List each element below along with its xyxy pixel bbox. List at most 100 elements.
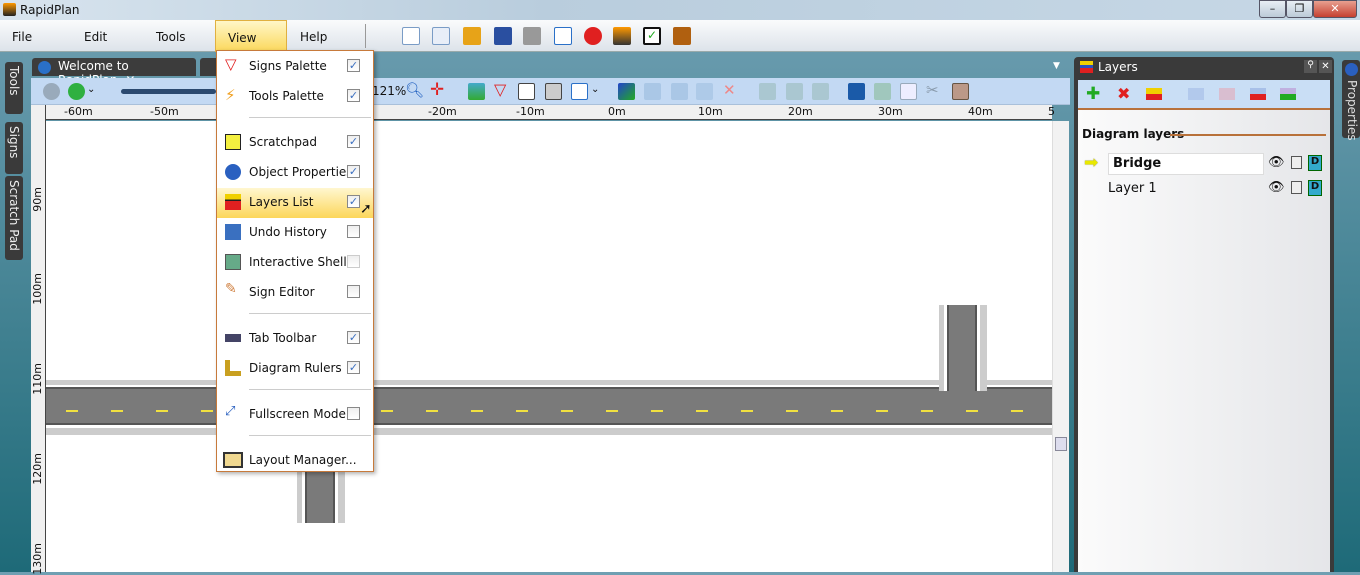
menu-item-interactive-shell[interactable]: Interactive Shell [217, 248, 373, 276]
pencil-icon: ✎ [225, 281, 237, 297]
ruler-label: -50m [150, 105, 179, 118]
tab-welcome[interactable]: Welcome to RapidPlan ✕ [32, 58, 196, 87]
menu-item-fullscreen-mode[interactable]: ⤢ Fullscreen Mode [217, 400, 373, 428]
lock-icon[interactable] [1291, 181, 1302, 194]
menu-item-scratchpad[interactable]: Scratchpad ✓ [217, 128, 373, 156]
scroll-thumb[interactable] [1055, 437, 1067, 451]
menu-item-label: Signs Palette [249, 59, 327, 73]
menu-edit[interactable]: Edit [72, 20, 119, 52]
list-icon[interactable] [518, 83, 535, 100]
menu-item-tools-palette[interactable]: ⚡ Tools Palette ✓ [217, 82, 373, 110]
checkbox-checked[interactable]: ✓ [347, 59, 360, 72]
select-objects-icon[interactable] [618, 83, 635, 100]
redo-icon [874, 83, 891, 100]
checkbox-checked[interactable]: ✓ [347, 361, 360, 374]
add-layer-icon[interactable]: ✚ [1086, 84, 1100, 104]
layer-name-input[interactable]: Bridge [1108, 153, 1264, 175]
ruler-label: 20m [788, 105, 813, 118]
export-icon[interactable] [554, 27, 572, 45]
scratch-pad-dock-tab[interactable]: Scratch Pad [5, 176, 23, 260]
rotate-icon [696, 83, 713, 100]
pin-icon[interactable]: ⚲ [1304, 60, 1317, 73]
view-menu-dropdown: ▽ Signs Palette ✓ ⚡ Tools Palette ✓ Scratchp… [216, 50, 374, 472]
grid-icon[interactable] [545, 83, 562, 100]
open-template-icon[interactable] [432, 27, 450, 45]
menu-item-object-properties[interactable]: Object Properties ✓ [217, 158, 373, 186]
close-panel-icon[interactable]: ✕ [1319, 60, 1332, 73]
background-image-icon[interactable] [468, 83, 485, 100]
menu-view[interactable]: View [215, 20, 287, 52]
layer-type-icon[interactable]: D [1308, 180, 1322, 196]
menu-item-layers-list[interactable]: Layers List ✓ [217, 188, 373, 218]
checkbox-unchecked[interactable] [347, 407, 360, 420]
merge-layer-icon[interactable] [1146, 88, 1162, 100]
menu-item-signs-palette[interactable]: ▽ Signs Palette ✓ [217, 52, 373, 80]
tools-dock-tab[interactable]: Tools [5, 62, 23, 114]
lock-icon[interactable] [1291, 156, 1302, 169]
arrange-icon [786, 83, 803, 100]
close-red-icon[interactable] [584, 27, 602, 45]
layer-row-layer-1[interactable]: Layer 1 👁︎ D [1082, 178, 1330, 202]
page-setup-icon[interactable] [571, 83, 588, 100]
visibility-eye-icon[interactable]: 👁︎ [1268, 180, 1285, 195]
chevron-down-icon[interactable]: ⌄ [87, 84, 95, 95]
move-layer-down-icon [1219, 88, 1235, 100]
print-icon[interactable] [523, 27, 541, 45]
menu-item-diagram-rulers[interactable]: Diagram Rulers ✓ [217, 354, 373, 382]
road-stub-north[interactable] [939, 305, 987, 391]
checkbox-checked[interactable]: ✓ [347, 89, 360, 102]
layer-to-top-icon[interactable] [1250, 88, 1266, 100]
menu-file[interactable]: File [0, 20, 44, 52]
menu-help[interactable]: Help [288, 20, 339, 52]
layer-to-bottom-icon[interactable] [1280, 88, 1296, 100]
open-folder-icon[interactable] [463, 27, 481, 45]
vertical-scrollbar[interactable] [1052, 121, 1069, 572]
new-document-icon[interactable] [402, 27, 420, 45]
copy-icon [900, 83, 917, 100]
visibility-eye-icon[interactable]: 👁︎ [1268, 155, 1285, 170]
zoom-magnifier-icon[interactable]: 🔍︎ [405, 81, 424, 99]
menu-item-sign-editor[interactable]: ✎ Sign Editor [217, 278, 373, 306]
checkbox-checked[interactable]: ✓ [347, 195, 360, 208]
exit-door-icon[interactable] [673, 27, 691, 45]
road-stub-south[interactable] [297, 472, 345, 523]
layer-row-bridge[interactable]: ➡ Bridge 👁︎ D [1082, 153, 1330, 177]
menu-tools[interactable]: Tools [144, 20, 198, 52]
ruler-label: 0m [608, 105, 626, 118]
sign-triangle-icon[interactable]: ▽ [494, 80, 506, 99]
checkbox-unchecked[interactable] [347, 225, 360, 238]
maximize-button[interactable]: ❐ [1286, 0, 1313, 18]
close-window-button[interactable]: ✕ [1313, 0, 1357, 18]
delete-layer-icon[interactable]: ✖ [1117, 84, 1130, 103]
zoom-slider[interactable] [121, 89, 216, 94]
vertical-ruler: 90m 100m 110m 120m 130m [31, 105, 46, 575]
checkbox-unchecked[interactable] [347, 285, 360, 298]
diagram-canvas[interactable] [46, 121, 1052, 572]
page-dropdown-icon[interactable]: ⌄ [591, 84, 599, 95]
road-horizontal[interactable] [46, 377, 1052, 435]
globe-icon[interactable] [43, 83, 60, 100]
layers-icon [225, 194, 241, 210]
properties-dock-tab[interactable]: Properties [1342, 60, 1360, 141]
tab-list-dropdown-icon[interactable]: ▼ [1053, 61, 1060, 71]
menu-item-undo-history[interactable]: Undo History [217, 218, 373, 246]
undo-icon[interactable] [848, 83, 865, 100]
menu-bar: File Edit Tools View Help ✓ [0, 20, 1360, 52]
save-icon[interactable] [494, 27, 512, 45]
paste-icon[interactable] [952, 83, 969, 100]
signs-dock-tab[interactable]: Signs [5, 122, 23, 174]
scratch-pad-tab-label: Scratch Pad [7, 180, 21, 251]
checkmark-icon[interactable]: ✓ [643, 27, 661, 45]
checkbox-checked[interactable]: ✓ [347, 331, 360, 344]
layers-panel-body: ✚ ✖ Diagram layers ➡ Bridge 👁︎ D Layer 1… [1078, 80, 1330, 572]
checkbox-checked[interactable]: ✓ [347, 135, 360, 148]
layer-type-icon[interactable]: D [1308, 155, 1322, 171]
minimize-button[interactable]: – [1259, 0, 1286, 18]
menu-item-tab-toolbar[interactable]: Tab Toolbar ✓ [217, 324, 373, 352]
menu-item-layout-manager[interactable]: Layout Manager... [217, 446, 373, 474]
pan-cross-icon[interactable]: ✛ [430, 80, 444, 100]
checkbox-checked[interactable]: ✓ [347, 165, 360, 178]
layer-cone-icon[interactable] [68, 83, 85, 100]
cone-wizard-icon[interactable] [613, 27, 631, 45]
ruler-icon [225, 360, 241, 376]
